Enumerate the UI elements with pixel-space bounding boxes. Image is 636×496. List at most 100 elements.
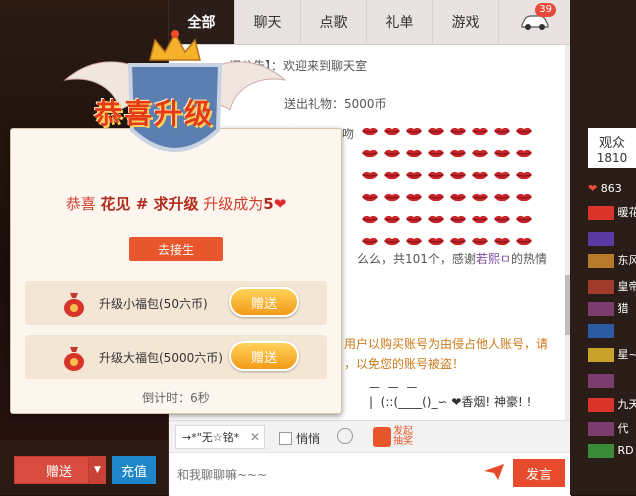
kiss-icon — [403, 120, 425, 142]
whisper-toggle[interactable]: 悄悄 — [279, 430, 320, 447]
audience-row[interactable]: 皇帝 — [588, 278, 636, 298]
kiss-icon — [469, 230, 491, 252]
kiss-icon — [359, 142, 381, 164]
kiss-icon — [469, 120, 491, 142]
checkbox[interactable] — [279, 432, 292, 445]
kiss-icon — [381, 208, 403, 230]
lottery-button[interactable]: 发起 抽奖 — [373, 425, 427, 449]
recharge-button[interactable]: 充值 — [112, 456, 156, 484]
kiss-icon — [425, 120, 447, 142]
kiss-icon — [491, 230, 513, 252]
kiss-icon — [403, 142, 425, 164]
kiss-icon — [425, 142, 447, 164]
user-name: 花见 # 求升级 — [100, 195, 199, 213]
audience-row[interactable]: 九天 — [588, 396, 636, 416]
kiss-icon — [491, 142, 513, 164]
tab-car[interactable]: 39 — [499, 0, 571, 44]
kiss-icon — [469, 164, 491, 186]
kiss-icon — [381, 186, 403, 208]
kiss-icon — [403, 164, 425, 186]
audience-row[interactable]: 猎 — [588, 300, 629, 320]
emoji-icon[interactable] — [337, 428, 353, 444]
kiss-icon — [403, 230, 425, 252]
kiss-icon — [403, 208, 425, 230]
kiss-icon — [359, 164, 381, 186]
kiss-icon — [513, 208, 535, 230]
close-icon[interactable]: ✕ — [250, 430, 260, 444]
kiss-icon — [381, 164, 403, 186]
emblem-title: 恭喜升级 — [94, 97, 215, 130]
audience-row[interactable] — [588, 324, 614, 344]
tab-gift-list[interactable]: 礼单 — [367, 0, 433, 44]
countdown-text: 倒计时：6秒 — [142, 391, 210, 405]
compose-toolbar: →*"无☆铭* ✕ 悄悄 发起 抽奖 — [169, 420, 571, 453]
lucky-bag-icon — [64, 293, 84, 317]
chat-input-row: 发言 — [169, 452, 571, 496]
audience-row[interactable]: 暖花 — [588, 204, 636, 224]
kiss-icon — [469, 186, 491, 208]
audience-row[interactable] — [588, 232, 614, 252]
audience-header: 观众 1810 — [588, 128, 636, 168]
gift-option: 升级小福包(50六币) 赠送 — [25, 281, 327, 325]
warning-line: ，以免您的账号被盗！ — [344, 357, 465, 371]
paper-plane-icon[interactable] — [483, 463, 505, 481]
lucky-bag-icon — [64, 347, 84, 371]
kiss-icon — [381, 142, 403, 164]
kiss-icon — [513, 186, 535, 208]
user-link[interactable]: 若熙ㅁ — [476, 252, 511, 266]
give-button[interactable]: 赠送 — [229, 341, 299, 371]
go-button[interactable]: 去接生 — [129, 237, 223, 261]
gift-name: 升级大福包(5000六币) — [99, 351, 223, 365]
recipient-chip[interactable]: →*"无☆铭* ✕ — [175, 425, 265, 449]
audience-panel: 观众 1810 ❤ 863 暖花 东风 皇帝 猎 星~ 九天 代 RD — [570, 0, 636, 495]
kiss-icon — [403, 186, 425, 208]
gift-name: 升级小福包(50六币) — [99, 297, 208, 311]
kiss-icon — [491, 164, 513, 186]
level-value: 5 — [263, 195, 274, 213]
car-count-badge: 39 — [535, 3, 556, 17]
kiss-icon — [447, 186, 469, 208]
audience-row[interactable] — [588, 374, 614, 394]
kiss-icon — [513, 142, 535, 164]
kiss-gift-grid — [359, 120, 544, 252]
kiss-icon — [513, 164, 535, 186]
kiss-icon — [491, 208, 513, 230]
kiss-icon — [447, 164, 469, 186]
kiss-icon — [513, 230, 535, 252]
kiss-icon — [359, 230, 381, 252]
kiss-icon — [469, 208, 491, 230]
kiss-icon — [447, 208, 469, 230]
chat-line: 送出礼物：5000币 — [284, 97, 387, 111]
kiss-icon — [469, 142, 491, 164]
audience-row[interactable]: 星~ — [588, 346, 636, 366]
kiss-icon — [447, 120, 469, 142]
congrats-line: 恭喜 花见 # 求升级 升级成为5❤ — [65, 195, 287, 213]
kiss-icon — [447, 230, 469, 252]
ascii-art-line: ㅡ ㅡ ㅡ | (::(____()_∽ ❤香烟! 神豪! ! — [369, 381, 532, 409]
kiss-icon — [513, 120, 535, 142]
tab-games[interactable]: 游戏 — [433, 0, 499, 44]
tab-songs[interactable]: 点歌 — [301, 0, 367, 44]
kiss-icon — [491, 186, 513, 208]
lottery-icon — [373, 427, 391, 447]
audience-row[interactable]: 代 — [588, 420, 629, 440]
kiss-icon — [425, 230, 447, 252]
audience-row[interactable]: ❤ 863 — [588, 182, 622, 202]
kiss-icon — [425, 186, 447, 208]
level-up-emblem: 恭喜升级 — [60, 20, 290, 170]
send-button[interactable]: 发言 — [513, 459, 565, 487]
audience-row[interactable]: 东风 — [588, 252, 636, 272]
kiss-icon — [381, 120, 403, 142]
gift-dropdown-button[interactable]: ▼ — [88, 456, 106, 484]
kiss-icon — [491, 120, 513, 142]
chat-input[interactable] — [175, 459, 479, 491]
warning-line: 用户以购买账号为由侵占他人账号，请 — [344, 337, 549, 351]
heart-icon: ❤ — [273, 195, 287, 213]
audience-row[interactable]: RD — [588, 444, 634, 464]
kiss-icon — [359, 208, 381, 230]
kiss-icon — [447, 142, 469, 164]
triangle-down-icon: ▼ — [94, 465, 101, 475]
kiss-icon — [359, 120, 381, 142]
give-button[interactable]: 赠送 — [229, 287, 299, 317]
level-up-popup: 恭喜 花见 # 求升级 升级成为5❤ 去接生 升级小福包(50六币) 赠送 升级… — [10, 128, 342, 414]
